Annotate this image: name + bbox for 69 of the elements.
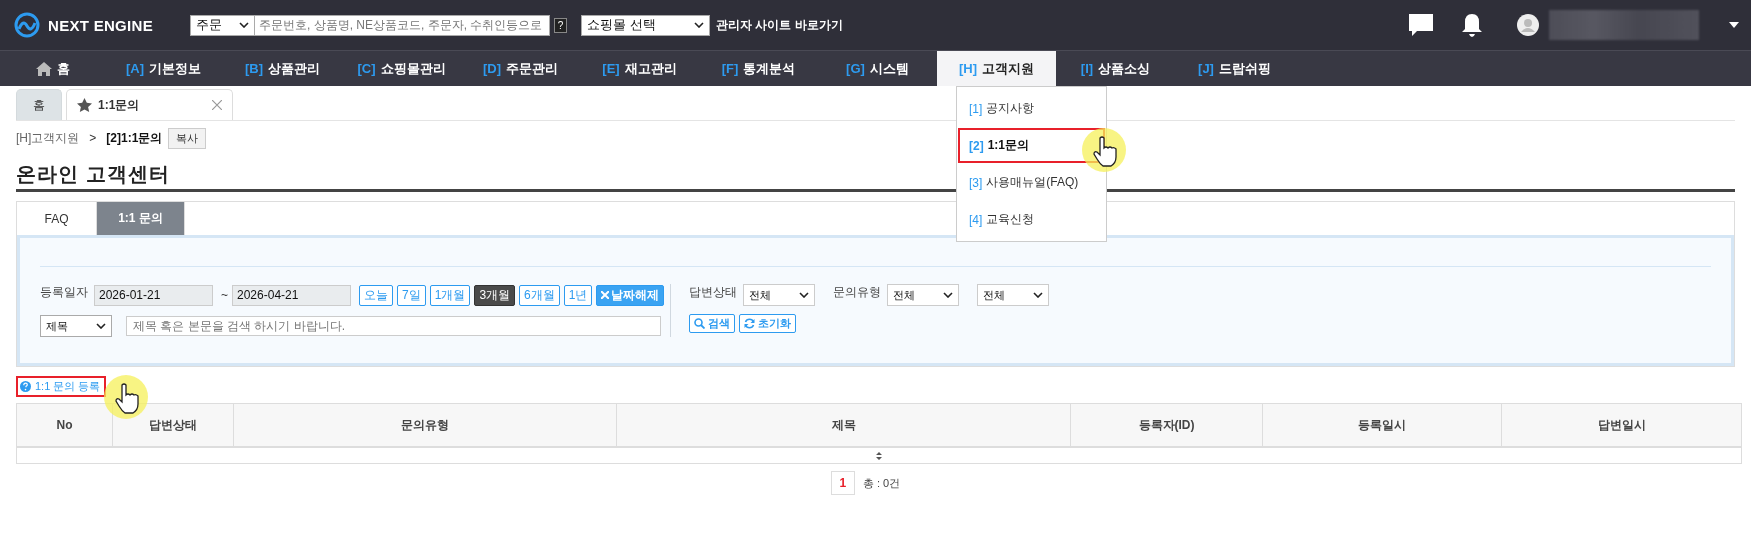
- range-separator: ~: [221, 288, 228, 302]
- page-button[interactable]: 1: [830, 471, 855, 495]
- column-header[interactable]: 답변일시: [1501, 403, 1742, 447]
- breadcrumb-current: [2]1:1문의: [106, 129, 163, 147]
- date-field[interactable]: 2026-04-21: [232, 284, 351, 306]
- date-field[interactable]: 2026-01-21: [94, 284, 213, 306]
- column-header[interactable]: 문의유형: [233, 403, 617, 447]
- date-range-button[interactable]: 3개월: [474, 284, 516, 306]
- filter-select[interactable]: 전체: [977, 284, 1049, 306]
- keyword-type-select[interactable]: 제목: [40, 315, 112, 337]
- search-scope-select[interactable]: 주문: [190, 14, 255, 36]
- home-icon: [36, 61, 52, 76]
- menu-item[interactable]: [D] 주문관리: [461, 51, 580, 86]
- search-icon: [694, 318, 705, 329]
- help-icon: [20, 381, 31, 392]
- help-button[interactable]: ?: [554, 17, 567, 33]
- menu-item[interactable]: [J] 드랍쉬핑: [1175, 51, 1294, 86]
- keyword-field[interactable]: 제목 혹은 본문을 검색 하시기 바랍니다.: [126, 316, 661, 336]
- shop-select[interactable]: 쇼핑몰 선택: [581, 14, 710, 36]
- submenu-item[interactable]: [3] 사용매뉴얼(FAQ): [957, 164, 1106, 201]
- close-icon: [212, 100, 222, 110]
- menu-item[interactable]: [F] 통계분석: [699, 51, 818, 86]
- caret-icon: [943, 292, 953, 298]
- page-tab[interactable]: 1:1문의: [66, 89, 233, 120]
- resize-handle-icon: [876, 451, 882, 460]
- menu-item[interactable]: [I] 상품소싱: [1056, 51, 1175, 86]
- submenu-item[interactable]: [1] 공지사항: [957, 90, 1106, 127]
- submenu-item[interactable]: [4] 교육신청: [957, 201, 1106, 238]
- admin-site-link[interactable]: 관리자 사이트 바로가기: [716, 16, 843, 34]
- caret-icon: [799, 292, 809, 298]
- logo-icon: [14, 12, 40, 38]
- menu-item[interactable]: [A] 기본정보: [104, 51, 223, 86]
- filter-select[interactable]: 전체: [887, 284, 959, 306]
- menu-item[interactable]: [B] 상품관리: [223, 51, 342, 86]
- page-tab[interactable]: 홈: [16, 89, 62, 120]
- caret-icon: [694, 22, 704, 28]
- pointer-hand-icon: [102, 372, 151, 421]
- menu-item[interactable]: [C] 쇼핑몰관리: [342, 51, 461, 86]
- field-label: 답변상태: [689, 284, 737, 301]
- column-header[interactable]: 답변상태: [112, 403, 234, 447]
- column-header[interactable]: 등록일시: [1262, 403, 1502, 447]
- logo-text: NEXT ENGINE: [48, 16, 153, 34]
- column-header[interactable]: 등록자(ID): [1070, 403, 1263, 447]
- caret-icon: [239, 22, 249, 28]
- bell-icon[interactable]: [1461, 12, 1483, 38]
- star-icon: [77, 98, 92, 112]
- filter-select[interactable]: 전체: [743, 284, 815, 306]
- avatar-icon: [1517, 14, 1539, 36]
- menu-item[interactable]: [G] 시스템: [818, 51, 937, 86]
- submenu-item[interactable]: [2] 1:1문의: [957, 127, 1106, 164]
- breadcrumb-separator: >: [89, 131, 97, 145]
- menu-item[interactable]: [H] 고객지원: [937, 51, 1056, 86]
- caret-icon: [96, 323, 106, 329]
- column-header[interactable]: No: [16, 403, 113, 447]
- menu-item[interactable]: [E] 재고관리: [580, 51, 699, 86]
- search-field[interactable]: 주문번호, 상품명, NE상품코드, 주문자, 수취인등으로: [255, 14, 550, 36]
- total-count: 총 : 0건: [862, 475, 901, 491]
- breadcrumb-link[interactable]: [H]고객지원: [16, 129, 80, 147]
- caret-icon: [1033, 292, 1043, 298]
- field-label: 등록일자: [40, 284, 88, 301]
- field-label: 문의유형: [833, 284, 881, 301]
- menu-item[interactable]: 홈: [8, 51, 104, 86]
- refresh-icon: [744, 318, 755, 329]
- caret-icon: [1729, 22, 1739, 28]
- close-icon: [601, 291, 610, 299]
- section-tab[interactable]: 1:1 문의: [97, 202, 185, 235]
- copy-button[interactable]: 복사: [168, 127, 207, 149]
- chat-icon[interactable]: [1408, 12, 1434, 38]
- column-header[interactable]: 제목: [616, 403, 1071, 447]
